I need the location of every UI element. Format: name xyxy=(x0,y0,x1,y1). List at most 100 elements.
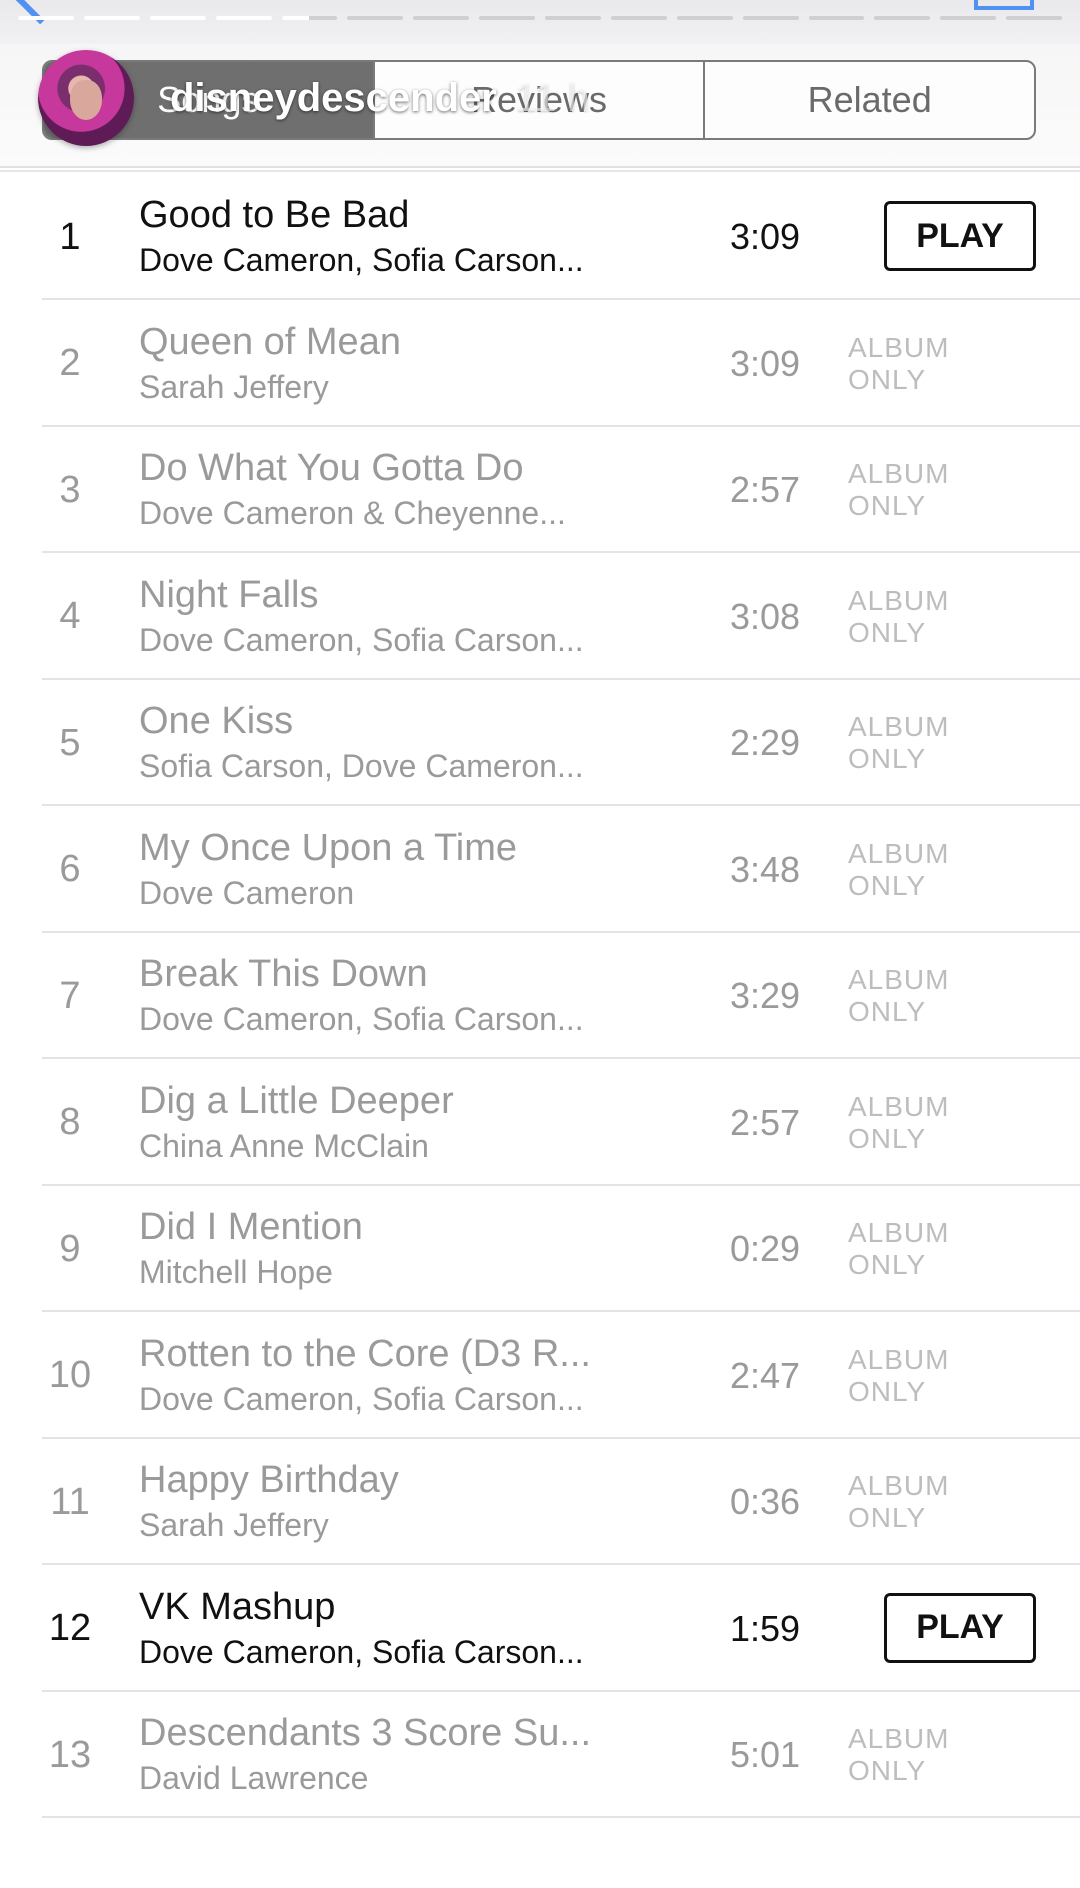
track-duration: 1:59 xyxy=(729,1607,801,1649)
story-username[interactable]: disneydescender xyxy=(170,76,497,121)
story-segment xyxy=(83,16,140,20)
back-chevron-icon[interactable] xyxy=(14,0,62,25)
track-title: Did I Mention xyxy=(139,1206,363,1248)
track-number: 1 xyxy=(59,215,81,258)
story-segment xyxy=(479,16,535,20)
track-artist: Sarah Jeffery xyxy=(139,1507,329,1543)
story-segment xyxy=(281,16,338,20)
track-duration: 2:47 xyxy=(729,1354,801,1396)
album-only-label: ALBUM ONLY xyxy=(848,1217,950,1280)
story-segment xyxy=(676,16,733,20)
track-artist: Dove Cameron, Sofia Carson... xyxy=(139,242,584,278)
track-number: 3 xyxy=(59,468,81,511)
track-duration: 0:36 xyxy=(729,1481,801,1522)
track-duration: 3:09 xyxy=(729,342,801,384)
track-row[interactable]: 5 One Kiss Sofia Carson, Dove Cameron... 2:… xyxy=(0,680,1080,806)
album-only-label: ALBUM ONLY xyxy=(848,331,950,395)
track-number: 4 xyxy=(59,595,81,637)
track-title: Dig a Little Deeper xyxy=(139,1079,454,1122)
track-number: 7 xyxy=(59,974,81,1017)
tray-icon[interactable] xyxy=(974,0,1034,10)
track-duration: 2:57 xyxy=(729,1101,801,1143)
track-number: 9 xyxy=(59,1227,81,1270)
story-segment xyxy=(545,16,601,20)
track-row[interactable]: 10 Rotten to the Core (D3 R... Dove Camero… xyxy=(0,1313,1080,1439)
track-artist: Dove Cameron, Sofia Carson... xyxy=(139,621,584,658)
track-title: Do What You Gotta Do xyxy=(139,447,524,489)
track-row[interactable]: 8 Dig a Little Deeper China Anne McClain 2:… xyxy=(0,1060,1080,1186)
album-only-label: ALBUM ONLY xyxy=(848,1470,950,1533)
track-number: 5 xyxy=(59,721,81,764)
album-only-label: ALBUM ONLY xyxy=(848,1343,950,1407)
album-only-label: ALBUM ONLY xyxy=(848,584,950,648)
track-duration: 3:09 xyxy=(729,216,801,257)
track-title: Queen of Mean xyxy=(139,320,401,363)
story-segment xyxy=(874,16,931,20)
track-artist: China Anne McClain xyxy=(139,1127,429,1164)
track-title: Good to Be Bad xyxy=(139,194,410,236)
track-row[interactable]: 9 Did I Mention Mitchell Hope 0:29 ALBUM ONL… xyxy=(0,1186,1080,1312)
track-artist: Dove Cameron, Sofia Carson... xyxy=(139,1380,584,1417)
track-title: One Kiss xyxy=(139,700,294,742)
story-segments xyxy=(18,16,1062,20)
album-only-label: ALBUM ONLY xyxy=(848,458,950,521)
track-artist: Mitchell Hope xyxy=(139,1254,333,1290)
track-number: 13 xyxy=(48,1733,92,1776)
track-number: 11 xyxy=(50,1480,90,1523)
story-user-overlay[interactable]: disneydescender 11 h xyxy=(38,49,590,147)
play-button[interactable]: PLAY xyxy=(884,201,1036,271)
track-artist: Sarah Jeffery xyxy=(139,368,329,405)
story-segment xyxy=(215,16,272,20)
track-row[interactable]: 2 Queen of Mean Sarah Jeffery 3:09 ALBUM ONL… xyxy=(0,301,1080,427)
track-duration: 0:29 xyxy=(729,1228,801,1269)
track-artist: David Lawrence xyxy=(139,1760,369,1796)
track-number: 2 xyxy=(59,342,81,384)
album-only-label: ALBUM ONLY xyxy=(848,1090,950,1154)
track-duration: 5:01 xyxy=(729,1734,801,1775)
track-artist: Dove Cameron, Sofia Carson... xyxy=(139,1633,584,1670)
story-progress-bar xyxy=(0,0,1080,44)
album-only-label: ALBUM ONLY xyxy=(848,964,950,1027)
story-segment xyxy=(413,16,470,20)
track-duration: 3:08 xyxy=(729,595,801,637)
track-row[interactable]: 4 Night Falls Dove Cameron, Sofia Carson..… xyxy=(0,554,1080,680)
track-duration: 3:48 xyxy=(729,848,801,890)
track-duration: 2:57 xyxy=(729,469,801,510)
track-title: My Once Upon a Time xyxy=(139,826,518,869)
avatar[interactable] xyxy=(38,50,134,146)
track-duration: 3:29 xyxy=(729,975,801,1016)
story-segment xyxy=(940,16,997,20)
row-divider xyxy=(42,1816,1080,1818)
track-row[interactable]: 11 Happy Birthday Sarah Jeffery 0:36 ALBUM O… xyxy=(0,1439,1080,1565)
track-row[interactable]: 7 Break This Down Dove Cameron, Sofia Cars… xyxy=(0,933,1080,1059)
track-number: 8 xyxy=(59,1101,81,1143)
tab-related[interactable]: Related xyxy=(703,62,1034,138)
story-time-ago: 11 h xyxy=(514,75,590,120)
track-row[interactable]: 13 Descendants 3 Score Su... David Lawrenc… xyxy=(0,1692,1080,1818)
track-artist: Dove Cameron & Cheyenne... xyxy=(139,495,566,531)
track-number: 10 xyxy=(48,1354,92,1396)
track-title: Happy Birthday xyxy=(139,1459,399,1501)
story-segment xyxy=(18,16,74,20)
track-row[interactable]: 12 VK Mashup Dove Cameron, Sofia Carson...… xyxy=(0,1566,1080,1692)
track-artist: Sofia Carson, Dove Cameron... xyxy=(139,748,584,784)
track-artist: Dove Cameron xyxy=(139,874,355,911)
track-artist: Dove Cameron, Sofia Carson... xyxy=(139,1001,584,1037)
track-title: Descendants 3 Score Su... xyxy=(139,1712,592,1754)
track-list: 1 Good to Be Bad Dove Cameron, Sofia Carso… xyxy=(0,170,1080,1872)
story-segment xyxy=(808,16,865,20)
track-duration: 2:29 xyxy=(729,722,801,763)
story-segment xyxy=(610,16,667,20)
track-title: Rotten to the Core (D3 R... xyxy=(139,1332,591,1375)
album-only-label: ALBUM ONLY xyxy=(848,1723,950,1786)
track-row[interactable]: 6 My Once Upon a Time Dove Cameron 3:48 ALBU… xyxy=(0,807,1080,933)
track-number: 6 xyxy=(59,848,81,890)
play-button[interactable]: PLAY xyxy=(884,1592,1036,1663)
track-title: Break This Down xyxy=(139,953,428,995)
story-segment xyxy=(149,16,206,20)
track-row[interactable]: 3 Do What You Gotta Do Dove Cameron & Chey… xyxy=(0,427,1080,553)
track-title: Night Falls xyxy=(139,573,319,616)
track-row[interactable]: 1 Good to Be Bad Dove Cameron, Sofia Carso… xyxy=(0,174,1080,300)
album-only-label: ALBUM ONLY xyxy=(848,711,950,774)
track-number: 12 xyxy=(48,1607,92,1649)
